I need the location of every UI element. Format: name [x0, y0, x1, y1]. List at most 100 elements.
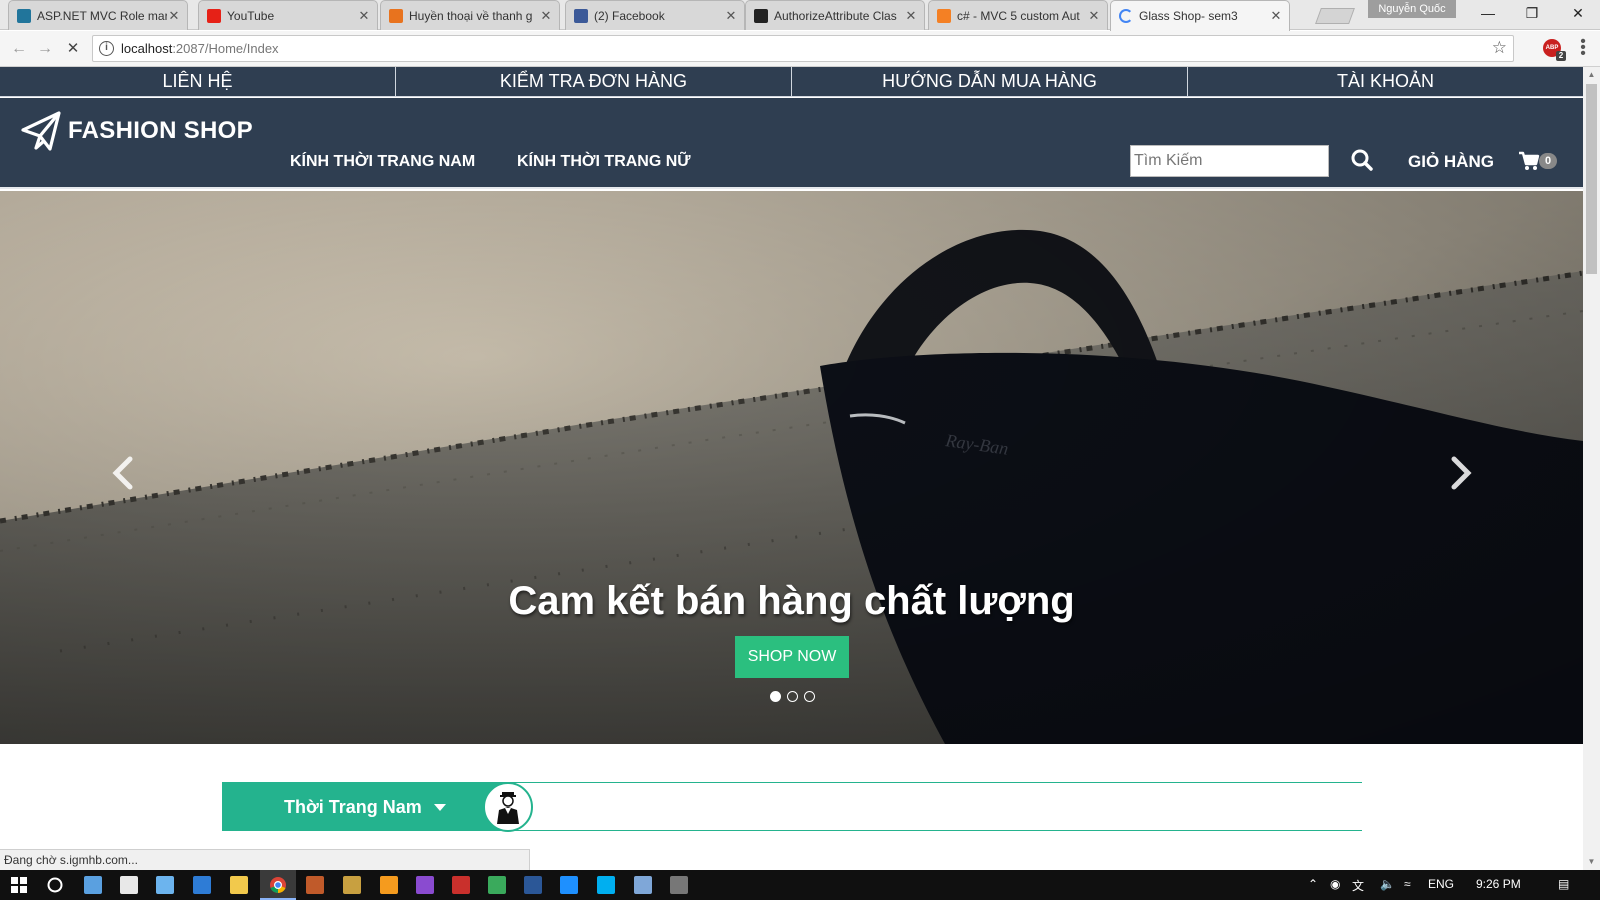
notification-center-icon[interactable]: ▤ — [1558, 877, 1569, 891]
restore-icon[interactable]: ❐ — [1510, 0, 1554, 28]
app-icon-gray[interactable] — [670, 876, 688, 894]
bookmark-star-icon[interactable]: ☆ — [1492, 38, 1507, 58]
scroll-up-icon[interactable]: ▲ — [1583, 67, 1600, 83]
tab-title: ASP.NET MVC Role mar — [37, 8, 167, 23]
browser-menu-icon[interactable]: • • • — [1576, 34, 1590, 62]
loading-status-bar: Đang chờ s.igmhb.com... — [0, 849, 530, 870]
file-explorer-icon[interactable] — [230, 876, 248, 894]
windows-start-icon[interactable] — [10, 876, 28, 894]
shopping-cart-icon[interactable] — [1518, 151, 1540, 171]
brand-name: FASHION SHOP — [68, 117, 253, 144]
tab-close-icon[interactable]: ✕ — [1087, 8, 1101, 24]
word-icon[interactable] — [524, 876, 542, 894]
app-icon-cube[interactable] — [634, 876, 652, 894]
top-menu-account[interactable]: TÀI KHOẢN — [1188, 67, 1583, 96]
tab-close-icon[interactable]: ✕ — [1269, 8, 1283, 24]
brand-logo-link[interactable]: FASHION SHOP — [20, 110, 253, 152]
xml-notepad-icon[interactable] — [193, 876, 211, 894]
task-view-icon[interactable] — [84, 876, 102, 894]
cart-link[interactable]: GIỎ HÀNG — [1408, 152, 1494, 172]
minimize-icon[interactable]: — — [1466, 0, 1510, 28]
browser-tab[interactable]: Glass Shop- sem3 ✕ — [1110, 0, 1290, 31]
facebook-icon — [574, 8, 588, 23]
tab-title: (2) Facebook — [594, 8, 665, 23]
stackoverflow-icon — [937, 8, 951, 23]
carousel-next-icon[interactable] — [1446, 453, 1476, 493]
scroll-down-icon[interactable]: ▼ — [1583, 854, 1600, 870]
skype-icon[interactable] — [597, 876, 615, 894]
carousel-dot[interactable] — [770, 691, 781, 702]
browser-toolbar: ← → ✕ i localhost:2087/Home/Index ☆ ABP 2… — [0, 31, 1600, 67]
browser-tab[interactable]: (2) Facebook ✕ — [565, 0, 745, 30]
browser-tab[interactable]: AuthorizeAttribute Clas ✕ — [745, 0, 925, 30]
app-icon-green[interactable] — [488, 876, 506, 894]
browser-tab[interactable]: ASP.NET MVC Role mar ✕ — [8, 0, 188, 30]
chrome-icon[interactable] — [269, 876, 287, 894]
caret-down-icon — [433, 803, 446, 811]
nav-women-glasses[interactable]: KÍNH THỜI TRANG NỮ — [517, 153, 691, 171]
page-viewport: LIÊN HỆ KIỂM TRA ĐƠN HÀNG HƯỚNG DẪN MUA … — [0, 67, 1583, 870]
site-info-icon[interactable]: i — [99, 41, 114, 56]
url-path: :2087/Home/Index — [172, 41, 279, 56]
tray-chevron-up-icon[interactable]: ⌃ — [1308, 877, 1318, 891]
tab-close-icon[interactable]: ✕ — [539, 8, 553, 24]
scrollbar-thumb[interactable] — [1586, 84, 1597, 274]
tab-close-icon[interactable]: ✕ — [904, 8, 918, 24]
page-scrollbar[interactable]: ▲ ▼ — [1583, 67, 1600, 870]
tray-language[interactable]: ENG — [1428, 877, 1454, 891]
nav-men-glasses[interactable]: KÍNH THỜI TRANG NAM — [290, 153, 475, 171]
app-icon-blue[interactable] — [560, 876, 578, 894]
url-text[interactable]: localhost:2087/Home/Index — [121, 41, 279, 56]
tray-wifi-icon[interactable]: ≈ — [1404, 877, 1411, 891]
cortana-search-icon[interactable] — [46, 876, 64, 894]
paint-icon[interactable] — [156, 876, 174, 894]
app-icon-red[interactable] — [452, 876, 470, 894]
address-bar[interactable]: i localhost:2087/Home/Index ☆ — [92, 35, 1514, 62]
search-input[interactable] — [1130, 145, 1329, 177]
cart-count-badge: 0 — [1539, 153, 1557, 169]
media-player-icon[interactable] — [380, 876, 398, 894]
browser-tab[interactable]: YouTube ✕ — [198, 0, 378, 30]
new-tab-button[interactable] — [1315, 8, 1355, 24]
shop-now-button[interactable]: SHOP NOW — [735, 636, 849, 678]
back-icon[interactable]: ← — [8, 39, 30, 59]
carousel-prev-icon[interactable] — [108, 453, 138, 493]
close-window-icon[interactable]: ✕ — [1556, 0, 1600, 28]
main-navbar: FASHION SHOP KÍNH THỜI TRANG NAM KÍNH TH… — [0, 98, 1583, 189]
store-icon[interactable] — [120, 876, 138, 894]
loading-spinner-icon — [1119, 9, 1133, 23]
tab-close-icon[interactable]: ✕ — [724, 8, 738, 24]
wordpress-icon — [17, 8, 31, 23]
visual-studio-icon[interactable] — [416, 876, 434, 894]
microsoft-docs-icon — [754, 8, 768, 23]
tray-ime-icon[interactable]: 文 — [1352, 877, 1364, 894]
windows-taskbar: ⌃ ◉ 文 🔈 ≈ ENG 9:26 PM ▤ — [0, 870, 1600, 900]
top-menu-shopping-guide[interactable]: HƯỚNG DẪN MUA HÀNG — [792, 67, 1188, 96]
stop-loading-icon[interactable]: ✕ — [62, 39, 84, 59]
tab-title: AuthorizeAttribute Clas — [774, 8, 897, 23]
top-menu-contact[interactable]: LIÊN HỆ — [0, 67, 396, 96]
carousel-dot[interactable] — [804, 691, 815, 702]
search-icon[interactable] — [1350, 148, 1374, 172]
hero-caption: Cam kết bán hàng chất lượng — [508, 579, 1075, 623]
carousel-dot[interactable] — [787, 691, 798, 702]
app-icon-tools[interactable] — [343, 876, 361, 894]
browser-tab[interactable]: Huyền thoại về thanh g ✕ — [380, 0, 560, 30]
tab-title: Glass Shop- sem3 — [1139, 9, 1238, 23]
tray-network-icon[interactable]: ◉ — [1330, 877, 1340, 891]
tray-clock[interactable]: 9:26 PM — [1476, 877, 1521, 891]
browser-tab[interactable]: c# - MVC 5 custom Aut ✕ — [928, 0, 1108, 30]
paper-plane-icon — [21, 111, 61, 151]
adblock-extension-icon[interactable]: ABP 2 — [1543, 39, 1566, 61]
app-icon-sql[interactable] — [306, 876, 324, 894]
top-menu-order-check[interactable]: KIỂM TRA ĐƠN HÀNG — [396, 67, 792, 96]
carousel-indicators — [770, 691, 821, 702]
category-tab-label: Thời Trang Nam — [284, 796, 422, 817]
tray-volume-icon[interactable]: 🔈 — [1380, 877, 1395, 891]
tab-close-icon[interactable]: ✕ — [357, 8, 371, 24]
forward-icon[interactable]: → — [34, 39, 56, 59]
tab-close-icon[interactable]: ✕ — [167, 8, 181, 24]
category-tab-men[interactable]: Thời Trang Nam — [222, 783, 512, 831]
tab-title: c# - MVC 5 custom Aut — [957, 8, 1080, 23]
profile-button[interactable]: Nguyễn Quốc — [1368, 0, 1456, 18]
